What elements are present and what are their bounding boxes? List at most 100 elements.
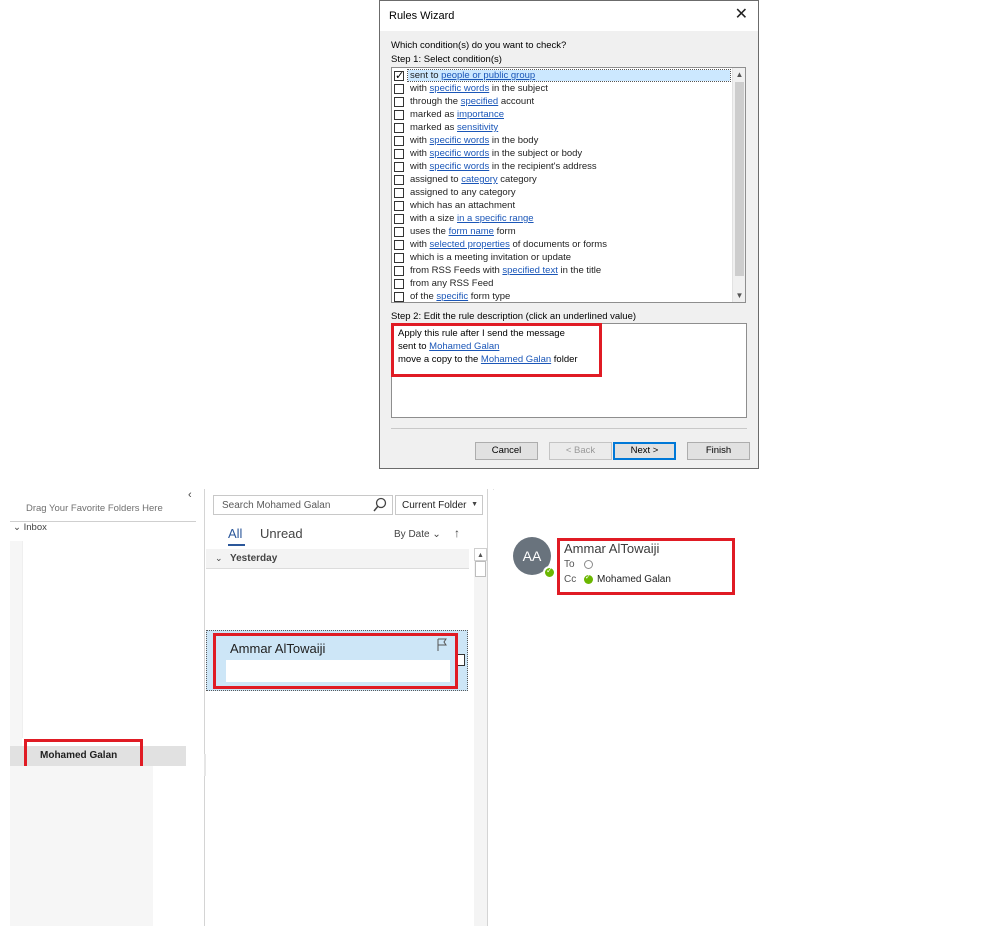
condition-row[interactable]: of the specific form type — [394, 290, 730, 302]
condition-text: through the specified account — [408, 96, 730, 107]
condition-link[interactable]: selected properties — [430, 239, 510, 250]
condition-checkbox[interactable] — [394, 122, 404, 133]
condition-text-part: category — [497, 174, 537, 185]
condition-link[interactable]: specific words — [430, 148, 490, 159]
conditions-list[interactable]: sent to people or public groupwith speci… — [391, 67, 746, 303]
condition-link[interactable]: specific words — [430, 83, 490, 94]
scroll-up-icon[interactable]: ▲ — [474, 548, 487, 561]
condition-row[interactable]: with a size in a specific range — [394, 212, 730, 225]
condition-row[interactable]: marked as sensitivity — [394, 121, 730, 134]
scroll-thumb[interactable] — [475, 561, 486, 577]
condition-row[interactable]: which is a meeting invitation or update — [394, 251, 730, 264]
back-button[interactable]: < Back — [549, 442, 612, 460]
tab-all[interactable]: All — [228, 526, 242, 541]
desc-folder-suffix: folder — [551, 354, 578, 365]
condition-checkbox[interactable] — [394, 265, 404, 276]
close-icon[interactable]: ✕ — [735, 6, 748, 24]
condition-checkbox[interactable] — [394, 291, 404, 302]
tab-unread[interactable]: Unread — [260, 526, 303, 541]
sort-dropdown[interactable]: By Date ⌄ — [394, 529, 441, 540]
condition-checkbox[interactable] — [394, 239, 404, 250]
condition-text: of the specific form type — [408, 291, 730, 302]
message-sender: Ammar AlTowaiji — [230, 641, 326, 656]
condition-checkbox[interactable] — [394, 187, 404, 198]
search-input[interactable]: Search Mohamed Galan — [213, 495, 393, 515]
message-list-scrollbar[interactable]: ▲ — [474, 548, 487, 926]
condition-checkbox[interactable] — [394, 96, 404, 107]
condition-row[interactable]: which has an attachment — [394, 199, 730, 212]
condition-row[interactable]: with specific words in the recipient's a… — [394, 160, 730, 173]
condition-link[interactable]: form name — [449, 226, 494, 237]
condition-checkbox[interactable] — [394, 278, 404, 289]
condition-link[interactable]: specific words — [430, 161, 490, 172]
condition-text: with selected properties of documents or… — [408, 239, 730, 250]
condition-row[interactable]: from RSS Feeds with specified text in th… — [394, 264, 730, 277]
condition-row[interactable]: with specific words in the body — [394, 134, 730, 147]
condition-link[interactable]: specific words — [430, 135, 490, 146]
condition-link[interactable]: specific — [436, 291, 468, 302]
folder-link[interactable]: Mohamed Galan — [481, 354, 551, 365]
condition-row[interactable]: with selected properties of documents or… — [394, 238, 730, 251]
search-scope-value: Current Folder — [402, 500, 467, 511]
condition-checkbox[interactable] — [394, 148, 404, 159]
condition-text-part: with — [410, 135, 430, 146]
scroll-up-icon[interactable]: ▲ — [733, 68, 745, 81]
condition-row[interactable]: assigned to category category — [394, 173, 730, 186]
condition-row[interactable]: uses the form name form — [394, 225, 730, 238]
conditions-scrollbar[interactable]: ▲ ▼ — [732, 68, 745, 302]
condition-text-part: assigned to — [410, 174, 462, 185]
collapse-pane-icon[interactable]: ‹ — [188, 489, 192, 501]
flag-icon[interactable] — [436, 638, 448, 652]
sort-direction-icon[interactable]: ↑ — [454, 526, 460, 540]
condition-link[interactable]: sensitivity — [457, 122, 498, 133]
condition-text-part: with — [410, 148, 430, 159]
scroll-down-icon[interactable]: ▼ — [733, 289, 745, 302]
condition-text-part: form type — [468, 291, 511, 302]
condition-checkbox[interactable] — [394, 69, 404, 82]
condition-checkbox[interactable] — [394, 213, 404, 224]
condition-link[interactable]: category — [461, 174, 497, 185]
step2-label: Step 2: Edit the rule description (click… — [391, 311, 637, 322]
cc-recipient[interactable]: Mohamed Galan — [597, 574, 671, 585]
condition-text-part: from RSS Feeds with — [410, 265, 503, 276]
condition-checkbox[interactable] — [394, 109, 404, 120]
condition-row[interactable]: from any RSS Feed — [394, 277, 730, 290]
condition-text-part: with — [410, 83, 430, 94]
cancel-button[interactable]: Cancel — [475, 442, 538, 460]
condition-text: with specific words in the subject — [408, 83, 730, 94]
next-button[interactable]: Next > — [613, 442, 676, 460]
delete-icon[interactable] — [457, 654, 465, 666]
condition-checkbox[interactable] — [394, 135, 404, 146]
reading-sender[interactable]: Ammar AlTowaiji — [564, 541, 659, 556]
condition-link[interactable]: specified — [461, 96, 499, 107]
condition-text-part: from any RSS Feed — [410, 278, 494, 289]
condition-row[interactable]: assigned to any category — [394, 186, 730, 199]
message-item[interactable]: Ammar AlTowaiji — [206, 630, 468, 691]
condition-checkbox[interactable] — [394, 252, 404, 263]
condition-checkbox[interactable] — [394, 161, 404, 172]
condition-row[interactable]: marked as importance — [394, 108, 730, 121]
condition-text: which is a meeting invitation or update — [408, 252, 730, 263]
search-scope-dropdown[interactable]: Current Folder ▼ — [395, 495, 483, 515]
condition-link[interactable]: people or public group — [441, 70, 535, 81]
condition-link[interactable]: importance — [457, 109, 504, 120]
inbox-folder[interactable]: ⌄ Inbox — [13, 522, 47, 533]
condition-checkbox[interactable] — [394, 226, 404, 237]
condition-row[interactable]: through the specified account — [394, 95, 730, 108]
condition-link[interactable]: specified text — [502, 265, 557, 276]
condition-text-part: of documents or forms — [509, 239, 607, 250]
search-icon[interactable] — [373, 497, 387, 513]
reading-pane: AA Ammar AlTowaiji To Cc Mohamed Galan — [494, 489, 999, 926]
condition-checkbox[interactable] — [394, 200, 404, 211]
condition-row[interactable]: sent to people or public group — [394, 69, 731, 82]
condition-link[interactable]: in a specific range — [457, 213, 534, 224]
condition-checkbox[interactable] — [394, 83, 404, 94]
condition-row[interactable]: with specific words in the subject or bo… — [394, 147, 730, 160]
recipient-link[interactable]: Mohamed Galan — [429, 341, 499, 352]
condition-row[interactable]: with specific words in the subject — [394, 82, 730, 95]
scroll-thumb[interactable] — [735, 82, 744, 276]
finish-button[interactable]: Finish — [687, 442, 750, 460]
presence-unknown-icon — [584, 560, 593, 569]
group-header-yesterday[interactable]: ⌄ Yesterday — [206, 549, 469, 569]
condition-checkbox[interactable] — [394, 174, 404, 185]
